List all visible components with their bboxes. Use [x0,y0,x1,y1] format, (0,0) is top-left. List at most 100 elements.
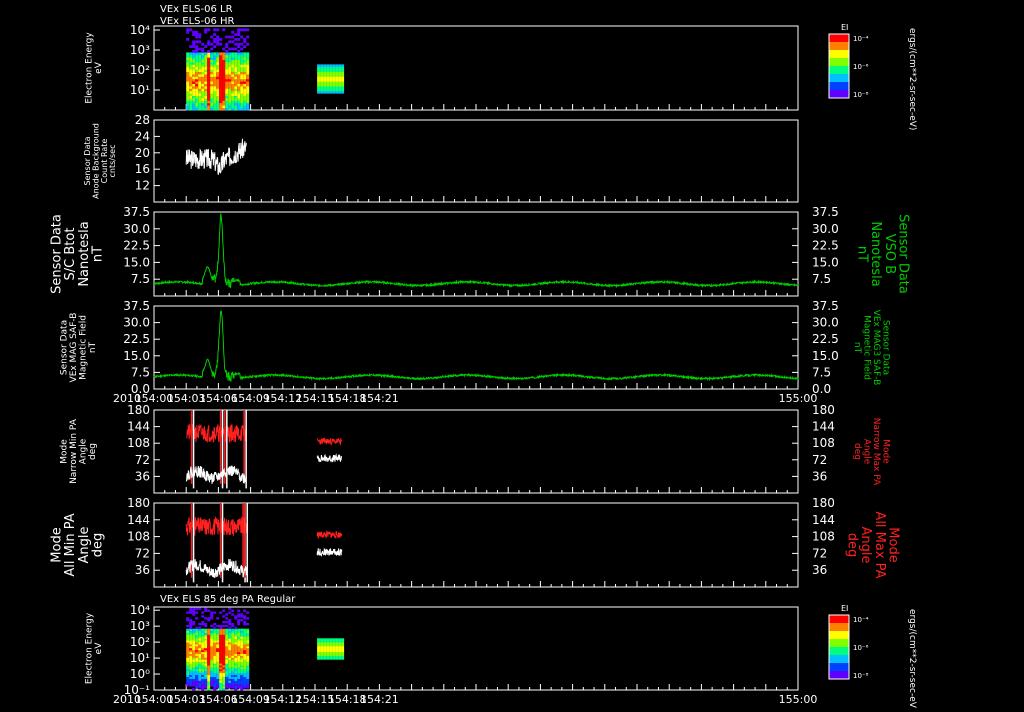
heatmap-cell [228,102,232,106]
heatmap-cell [231,609,235,612]
heatmap-cell [201,62,205,65]
heatmap-cell [186,90,190,94]
heatmap-cell [225,74,229,77]
heatmap-cell [186,62,190,65]
heatmap-cell [192,45,196,48]
heatmap-cell [216,40,220,44]
heatmap-cell [216,54,220,58]
heatmap-cell [210,684,214,687]
heatmap-cell [216,62,220,65]
heatmap-cell [213,69,217,72]
heatmap-cell [335,76,339,80]
time-series-figure: VEx ELS-06 LR VEx ELS-06 HR VEx ELS 85 d… [50,4,918,711]
heatmap-cell [198,76,202,80]
heatmap-cell [231,47,235,51]
heatmap-cell [231,83,235,87]
heatmap-cell [231,69,235,72]
heatmap-cell [225,659,229,662]
heatmap-cell [338,638,342,641]
heatmap-cell [207,28,211,32]
heatmap-cell [326,638,330,641]
heatmap-cell [243,659,247,662]
heatmap-cell [201,86,205,89]
heatmap-cell [219,78,223,82]
heatmap-cell [329,90,333,94]
heatmap-cell [240,47,244,51]
heatmap-cell [192,100,196,104]
heatmap-cell [341,86,345,89]
heatmap-cell [341,647,345,651]
heatmap-cell [246,611,250,614]
heatmap-cell [195,93,199,96]
heatmap-cell [219,634,223,637]
heatmap-cell [201,71,205,75]
heatmap-cell [186,59,190,63]
heatmap-cell [237,672,241,676]
heatmap-cell [231,74,235,77]
heatmap-cell [216,35,220,39]
heatmap-cell [234,71,238,75]
heatmap-cell [243,83,247,87]
heatmap-cell [189,57,193,60]
heatmap-cell [222,647,226,651]
heatmap-cell [216,98,220,101]
heatmap-cell [207,628,211,631]
heatmap-cell [228,634,232,637]
heatmap-cell [234,81,238,84]
heatmap-cell [192,42,196,46]
heatmap-cell [317,66,321,70]
heatmap-cell [338,74,342,77]
y-tick-label-right: 36 [812,469,827,483]
heatmap-cell [198,107,202,111]
heatmap-cell [234,52,238,56]
heatmap-cell [243,621,247,624]
heatmap-cell [231,613,235,616]
heatmap-cell [317,71,321,75]
heatmap-cell [234,66,238,70]
heatmap-cell [320,81,324,84]
heatmap-cell [201,83,205,87]
heatmap-cell [195,647,199,651]
heatmap-cell [207,105,211,108]
heatmap-cell [246,86,250,89]
heatmap-cell [341,76,345,80]
y-tick-label-right: 22.5 [812,332,839,346]
heatmap-cell [222,74,226,77]
heatmap-cell [234,78,238,82]
heatmap-cell [326,86,330,89]
heatmap-cell [222,93,226,96]
heatmap-cell [246,93,250,96]
heatmap-cell [222,47,226,51]
heatmap-cell [228,684,232,687]
heatmap-cell [317,64,321,68]
heatmap-cell [198,69,202,72]
heatmap-cell [225,45,229,48]
heatmap-cell [317,647,321,651]
y-axis-label: Sensor DataVEx MAG SAF-BMagnetic FieldnT [60,313,98,383]
heatmap-cell [189,93,193,96]
heatmap-cell [198,81,202,84]
heatmap-cell [246,54,250,58]
heatmap-cell [329,83,333,87]
y-tick-label-right: 15.0 [812,349,839,363]
colorbar-swatch [829,58,849,67]
heatmap-cell [192,64,196,68]
heatmap-cell [231,57,235,60]
heatmap-cell [243,634,247,637]
heatmap-cell [213,86,217,89]
heatmap-cell [243,74,247,77]
heatmap-cell [189,634,193,637]
heatmap-cell [189,105,193,108]
heatmap-cell [237,98,241,101]
heatmap-cell [225,617,229,620]
y-tick-label: 10⁴ [130,23,150,37]
heatmap-cell [234,62,238,65]
heatmap-cell [198,634,202,637]
heatmap-cell [207,684,211,687]
heatmap-cell [240,78,244,82]
heatmap-cell [246,98,250,101]
heatmap-cell [213,672,217,676]
heatmap-cell [189,659,193,662]
heatmap-cell [240,66,244,70]
heatmap-cell [219,102,223,106]
